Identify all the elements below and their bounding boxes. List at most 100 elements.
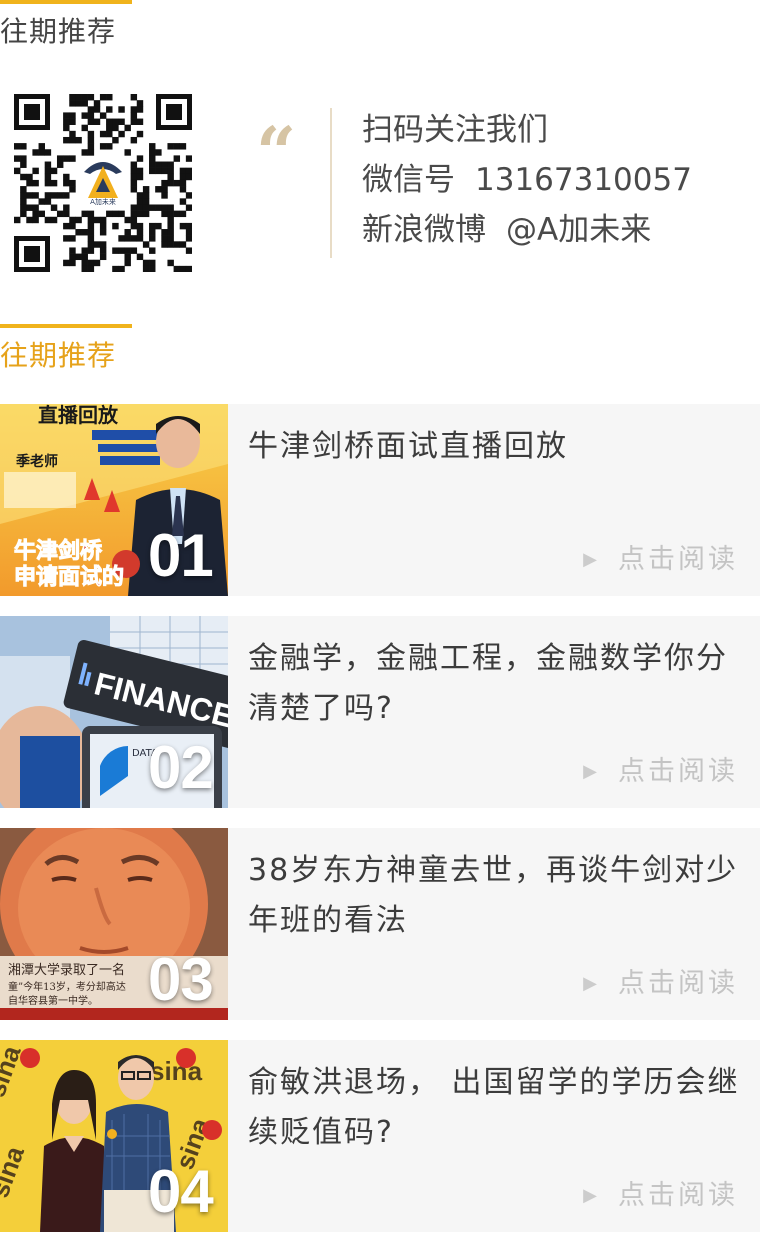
qr-module [173, 179, 181, 187]
qr-module [149, 149, 156, 156]
read-more-label: 点击阅读 [618, 756, 738, 787]
read-more-link[interactable]: ▶ 点击阅读 [583, 961, 738, 1000]
qr-module [93, 118, 101, 125]
qr-module [167, 229, 174, 236]
qr-module [75, 216, 82, 224]
qr-module [38, 143, 45, 150]
qr-module [149, 259, 156, 267]
qr-module [87, 216, 95, 224]
qr-module [63, 155, 70, 162]
article-card-2[interactable]: FINANCE DATA 02 金融学，金融工程，金融数学你分清楚了吗? ▶ 点击… [0, 616, 760, 808]
qr-module [173, 265, 181, 272]
qr-module [136, 106, 144, 113]
qr-module [149, 143, 156, 150]
weibo-row: 新浪微博 @A加未来 [362, 210, 692, 260]
qr-module [75, 253, 82, 261]
qr-module [130, 186, 138, 193]
qr-module [69, 155, 76, 162]
qr-module [32, 179, 39, 187]
qr-module [87, 130, 95, 138]
article-card-1[interactable]: 直播回放 季老师 牛津剑桥 申请面试的 01 牛津剑桥面试直播回放 ▶ 点击阅读 [0, 404, 760, 596]
article-thumbnail[interactable]: 直播回放 季老师 牛津剑桥 申请面试的 01 [0, 404, 228, 596]
article-title[interactable]: 金融学，金融工程，金融数学你分清楚了吗? [248, 634, 742, 734]
article-card-3[interactable]: 湘潭大学录取了一名 童”今年13岁，考分却高达 自华容县第一中学。 03 38岁… [0, 828, 760, 1020]
qr-module [130, 210, 138, 218]
thumb-subtitle-2: 申请面试的 [14, 564, 124, 590]
qr-module [69, 112, 76, 119]
article-title[interactable]: 俞敏洪退场， 出国留学的学历会继续贬值码? [248, 1058, 742, 1158]
qr-module [118, 247, 125, 254]
qr-module [26, 192, 33, 199]
qr-module [56, 155, 64, 162]
read-more-label: 点击阅读 [618, 968, 738, 999]
article-thumbnail[interactable]: sina sina sina sina 04 [0, 1040, 228, 1232]
qr-module [118, 265, 125, 272]
qr-module [112, 222, 119, 230]
qr-module [179, 173, 187, 181]
read-more-link[interactable]: ▶ 点击阅读 [583, 537, 738, 576]
qr-module [155, 186, 162, 193]
qr-module [130, 167, 138, 175]
qr-module [124, 216, 131, 224]
qr-module [87, 118, 95, 125]
qr-module [112, 124, 119, 132]
qr-module [20, 161, 27, 168]
article-title[interactable]: 牛津剑桥面试直播回放 [248, 422, 742, 472]
qr-module [124, 247, 131, 254]
article-card-4[interactable]: sina sina sina sina 04 俞敏洪退场， 出国留学的学历会继续… [0, 1040, 760, 1232]
qr-module [32, 210, 39, 218]
article-title[interactable]: 38岁东方神童去世，再谈牛剑对少年班的看法 [248, 846, 742, 946]
qr-module [69, 222, 76, 230]
qr-module [155, 222, 162, 230]
qr-module [20, 155, 27, 162]
qr-module [69, 216, 76, 224]
qr-module [136, 253, 144, 261]
weibo-handle: @A加未来 [506, 212, 652, 248]
qr-module [69, 186, 76, 193]
qr-module [149, 155, 156, 162]
qr-module [130, 222, 138, 230]
qr-module [81, 210, 88, 218]
qr-module [32, 192, 39, 199]
qr-module [50, 192, 58, 199]
qr-module [155, 204, 162, 211]
qr-module [112, 118, 119, 125]
qr-module [87, 143, 95, 150]
qr-module [185, 167, 192, 175]
qr-module [136, 222, 144, 230]
qr-module [14, 216, 21, 224]
qr-module [20, 186, 27, 193]
read-more-link[interactable]: ▶ 点击阅读 [583, 1173, 738, 1212]
qr-module [81, 149, 88, 156]
qr-module [179, 179, 187, 187]
divider-line [330, 108, 332, 258]
qr-module [87, 112, 95, 119]
article-thumbnail[interactable]: FINANCE DATA 02 [0, 616, 228, 808]
qr-module [185, 173, 192, 181]
qr-module [149, 161, 156, 168]
thumb-subtitle: 牛津剑桥 [14, 538, 102, 564]
qr-module [179, 265, 187, 272]
qr-module [161, 235, 168, 242]
article-thumbnail[interactable]: 湘潭大学录取了一名 童”今年13岁，考分却高达 自华容县第一中学。 03 [0, 828, 228, 1020]
qr-module [99, 130, 107, 138]
qr-module [50, 204, 58, 211]
qr-module [44, 173, 52, 181]
qr-module [87, 259, 95, 267]
qr-module [20, 204, 27, 211]
qr-module [161, 167, 168, 175]
qr-module [69, 136, 76, 144]
qr-module [161, 241, 168, 248]
qr-module [161, 161, 168, 168]
qr-module [136, 235, 144, 242]
qr-module [136, 118, 144, 125]
wechat-qr-code[interactable]: A加未来 [14, 94, 192, 272]
section-heading-text: 往期推荐 [0, 15, 117, 48]
qr-module [167, 204, 174, 211]
qr-module [81, 265, 88, 272]
read-more-link[interactable]: ▶ 点击阅读 [583, 749, 738, 788]
qr-module [69, 130, 76, 138]
qr-module [26, 179, 33, 187]
qr-module [130, 204, 138, 211]
qr-logo-text: A加未来 [90, 197, 116, 206]
